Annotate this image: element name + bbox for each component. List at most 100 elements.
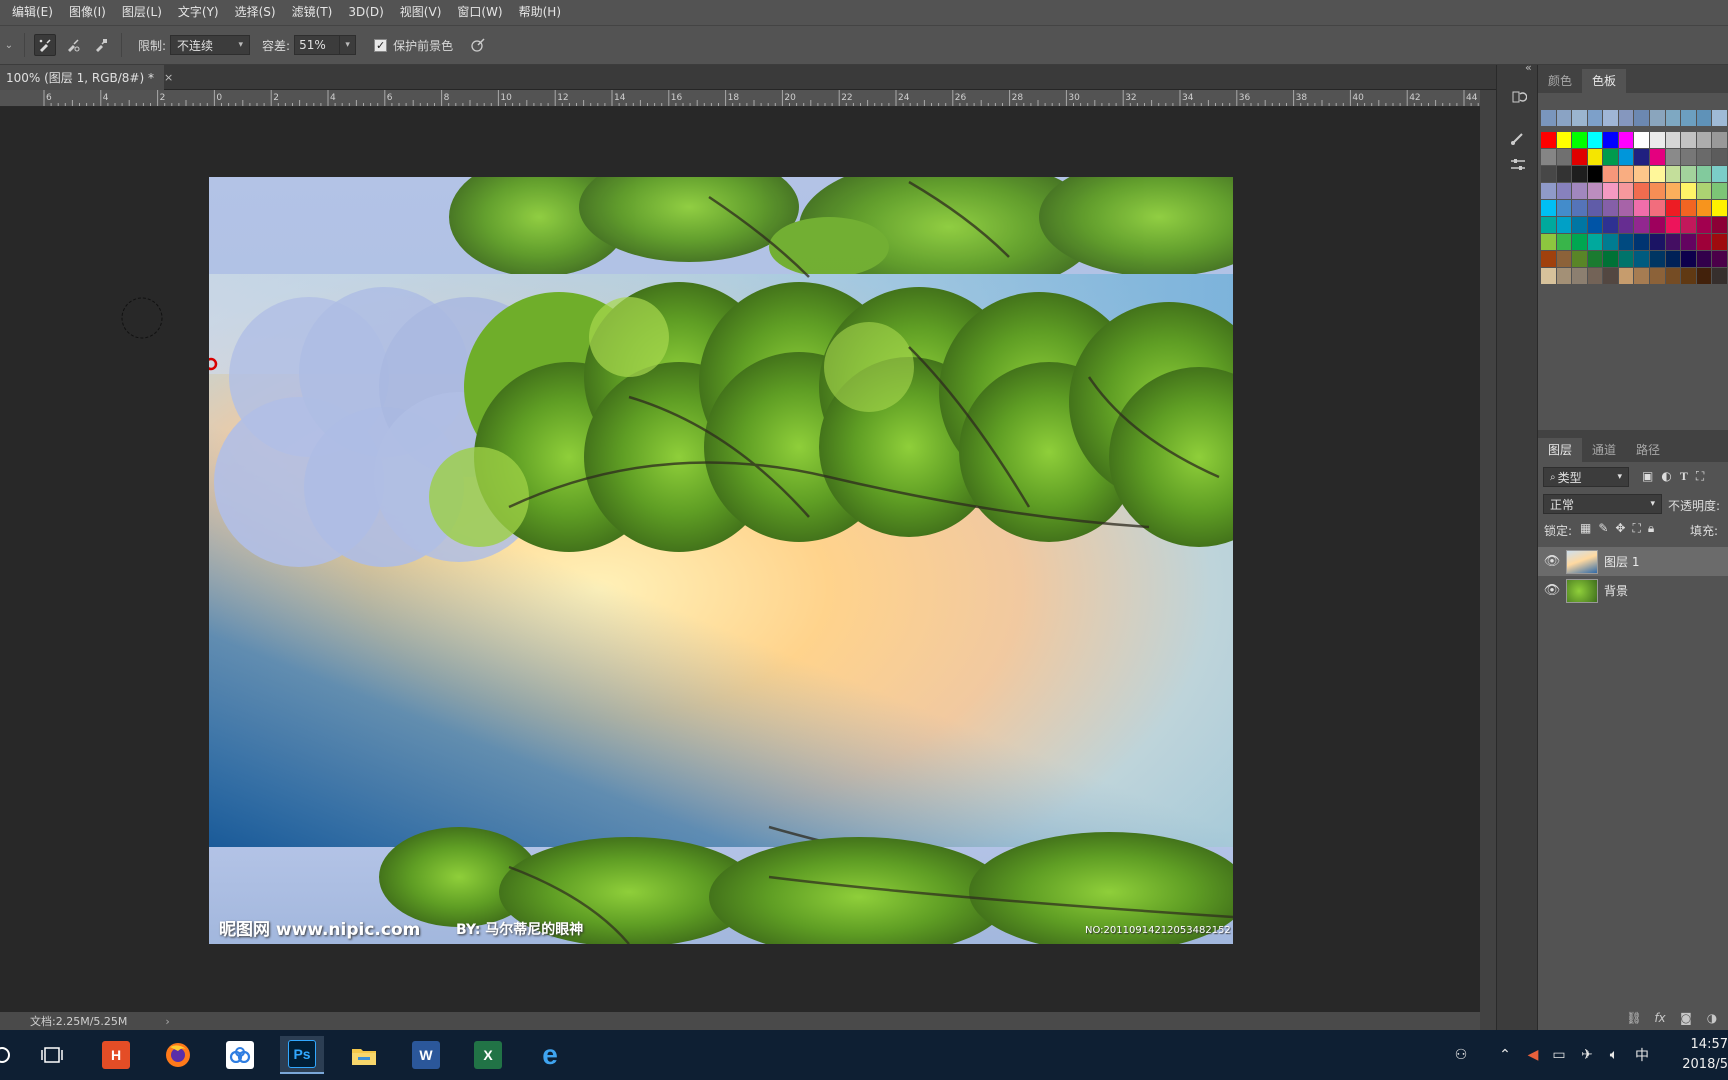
background-eraser-icon[interactable] — [34, 34, 56, 56]
task-view-icon[interactable] — [30, 1036, 74, 1074]
color-swatch[interactable] — [1696, 217, 1712, 233]
color-swatch[interactable] — [1650, 217, 1665, 233]
color-swatch[interactable] — [1665, 234, 1681, 250]
color-swatch[interactable] — [1696, 166, 1712, 182]
color-swatch[interactable] — [1681, 132, 1696, 148]
protect-foreground-checkbox[interactable]: ✓ — [374, 38, 388, 52]
color-swatch[interactable] — [1556, 268, 1572, 284]
color-swatch[interactable] — [1650, 268, 1665, 284]
color-swatch[interactable] — [1603, 132, 1618, 148]
tab-swatches[interactable]: 色板 — [1582, 69, 1627, 93]
color-swatch[interactable] — [1665, 217, 1681, 233]
color-swatch[interactable] — [1587, 217, 1603, 233]
menu-help[interactable]: 帮助(H) — [511, 0, 569, 25]
excel-icon[interactable]: X — [466, 1036, 510, 1074]
layer-name[interactable]: 背景 — [1604, 582, 1628, 599]
color-swatch[interactable] — [1681, 251, 1696, 267]
color-swatch[interactable] — [1696, 200, 1712, 216]
image-filter-icon[interactable]: ▣ — [1642, 469, 1653, 484]
close-icon[interactable]: × — [164, 71, 173, 84]
color-swatch[interactable] — [1696, 251, 1712, 267]
color-swatch[interactable] — [1712, 183, 1727, 199]
color-swatch[interactable] — [1587, 149, 1603, 165]
clock[interactable]: 14:57 2018/5 — [1668, 1035, 1728, 1075]
color-swatch[interactable] — [1634, 217, 1650, 233]
color-swatch[interactable] — [1603, 149, 1618, 165]
menu-type[interactable]: 文字(Y) — [170, 0, 227, 25]
color-swatch[interactable] — [1587, 166, 1603, 182]
ime-indicator[interactable]: 中 — [1628, 1045, 1656, 1065]
lock-all-icon[interactable]: 🔒︎ — [1648, 521, 1654, 536]
people-icon[interactable]: ⚇ — [1446, 1047, 1476, 1063]
color-swatch[interactable] — [1650, 132, 1665, 148]
color-swatch[interactable] — [1650, 234, 1665, 250]
menu-edit[interactable]: 编辑(E) — [4, 0, 61, 25]
color-swatch[interactable] — [1634, 251, 1650, 267]
color-swatch[interactable] — [1618, 251, 1634, 267]
color-swatch[interactable] — [1572, 183, 1587, 199]
tool-preset-dropdown[interactable]: ⌄ — [0, 40, 18, 51]
menu-layer[interactable]: 图层(L) — [114, 0, 170, 25]
color-swatch[interactable] — [1587, 110, 1603, 126]
color-swatch[interactable] — [1634, 166, 1650, 182]
shape-filter-icon[interactable]: ⛶ — [1696, 469, 1704, 484]
color-swatch[interactable] — [1634, 110, 1650, 126]
color-swatch[interactable] — [1572, 149, 1587, 165]
color-swatch[interactable] — [1665, 166, 1681, 182]
color-swatch[interactable] — [1634, 183, 1650, 199]
color-swatch[interactable] — [1541, 166, 1556, 182]
color-swatch[interactable] — [1618, 268, 1634, 284]
color-swatch[interactable] — [1541, 200, 1556, 216]
color-swatch[interactable] — [1618, 166, 1634, 182]
status-menu-chevron-icon[interactable]: › — [165, 1015, 169, 1028]
edge-icon[interactable]: e — [528, 1036, 572, 1074]
color-swatch[interactable] — [1696, 110, 1712, 126]
color-swatch[interactable] — [1681, 149, 1696, 165]
color-swatch[interactable] — [1572, 268, 1587, 284]
color-swatch[interactable] — [1696, 132, 1712, 148]
adjustment-layer-icon[interactable]: ◑ — [1702, 1011, 1722, 1025]
color-swatch[interactable] — [1556, 183, 1572, 199]
color-swatch[interactable] — [1634, 234, 1650, 250]
hbuilder-icon[interactable]: H — [94, 1036, 138, 1074]
chevron-up-icon[interactable]: ⌃ — [1488, 1047, 1522, 1063]
firefox-icon[interactable] — [156, 1036, 200, 1074]
color-swatch[interactable] — [1603, 268, 1618, 284]
color-swatch[interactable] — [1572, 200, 1587, 216]
tolerance-input[interactable]: 51% — [294, 35, 341, 55]
brush-panel-icon[interactable] — [1505, 126, 1531, 150]
lock-image-icon[interactable]: ✎ — [1598, 521, 1608, 536]
fx-icon[interactable]: fx — [1650, 1011, 1670, 1025]
color-swatch[interactable] — [1603, 234, 1618, 250]
color-swatch[interactable] — [1634, 200, 1650, 216]
color-swatch[interactable] — [1634, 132, 1650, 148]
color-swatch[interactable] — [1681, 183, 1696, 199]
adjustments-sliders-icon[interactable] — [1505, 153, 1531, 177]
adjustment-filter-icon[interactable]: ◐ — [1661, 469, 1671, 484]
menu-3d[interactable]: 3D(D) — [340, 0, 391, 25]
tab-paths[interactable]: 路径 — [1626, 438, 1670, 462]
color-swatch[interactable] — [1618, 234, 1634, 250]
color-swatch[interactable] — [1681, 217, 1696, 233]
color-swatch[interactable] — [1572, 217, 1587, 233]
file-explorer-icon[interactable] — [342, 1036, 386, 1074]
color-swatch[interactable] — [1712, 268, 1727, 284]
airplane-icon[interactable]: ✈ — [1574, 1047, 1600, 1063]
layer-filter-select[interactable]: ⌕ 类型 ▾ — [1543, 467, 1629, 487]
color-swatch[interactable] — [1681, 200, 1696, 216]
color-swatch[interactable] — [1712, 110, 1727, 126]
tab-layers[interactable]: 图层 — [1538, 438, 1583, 462]
color-swatch[interactable] — [1618, 132, 1634, 148]
tab-color[interactable]: 颜色 — [1538, 69, 1582, 93]
baidu-netdisk-icon[interactable] — [218, 1036, 262, 1074]
color-swatch[interactable] — [1681, 166, 1696, 182]
color-swatch[interactable] — [1650, 110, 1665, 126]
color-swatch[interactable] — [1665, 251, 1681, 267]
color-swatch[interactable] — [1665, 268, 1681, 284]
layer-row-background[interactable]: 👁︎ 背景 — [1538, 576, 1728, 605]
color-swatch[interactable] — [1634, 268, 1650, 284]
color-swatch[interactable] — [1712, 234, 1727, 250]
lock-artboard-icon[interactable]: ⛶ — [1632, 521, 1640, 536]
color-swatch[interactable] — [1665, 183, 1681, 199]
color-swatch[interactable] — [1665, 132, 1681, 148]
